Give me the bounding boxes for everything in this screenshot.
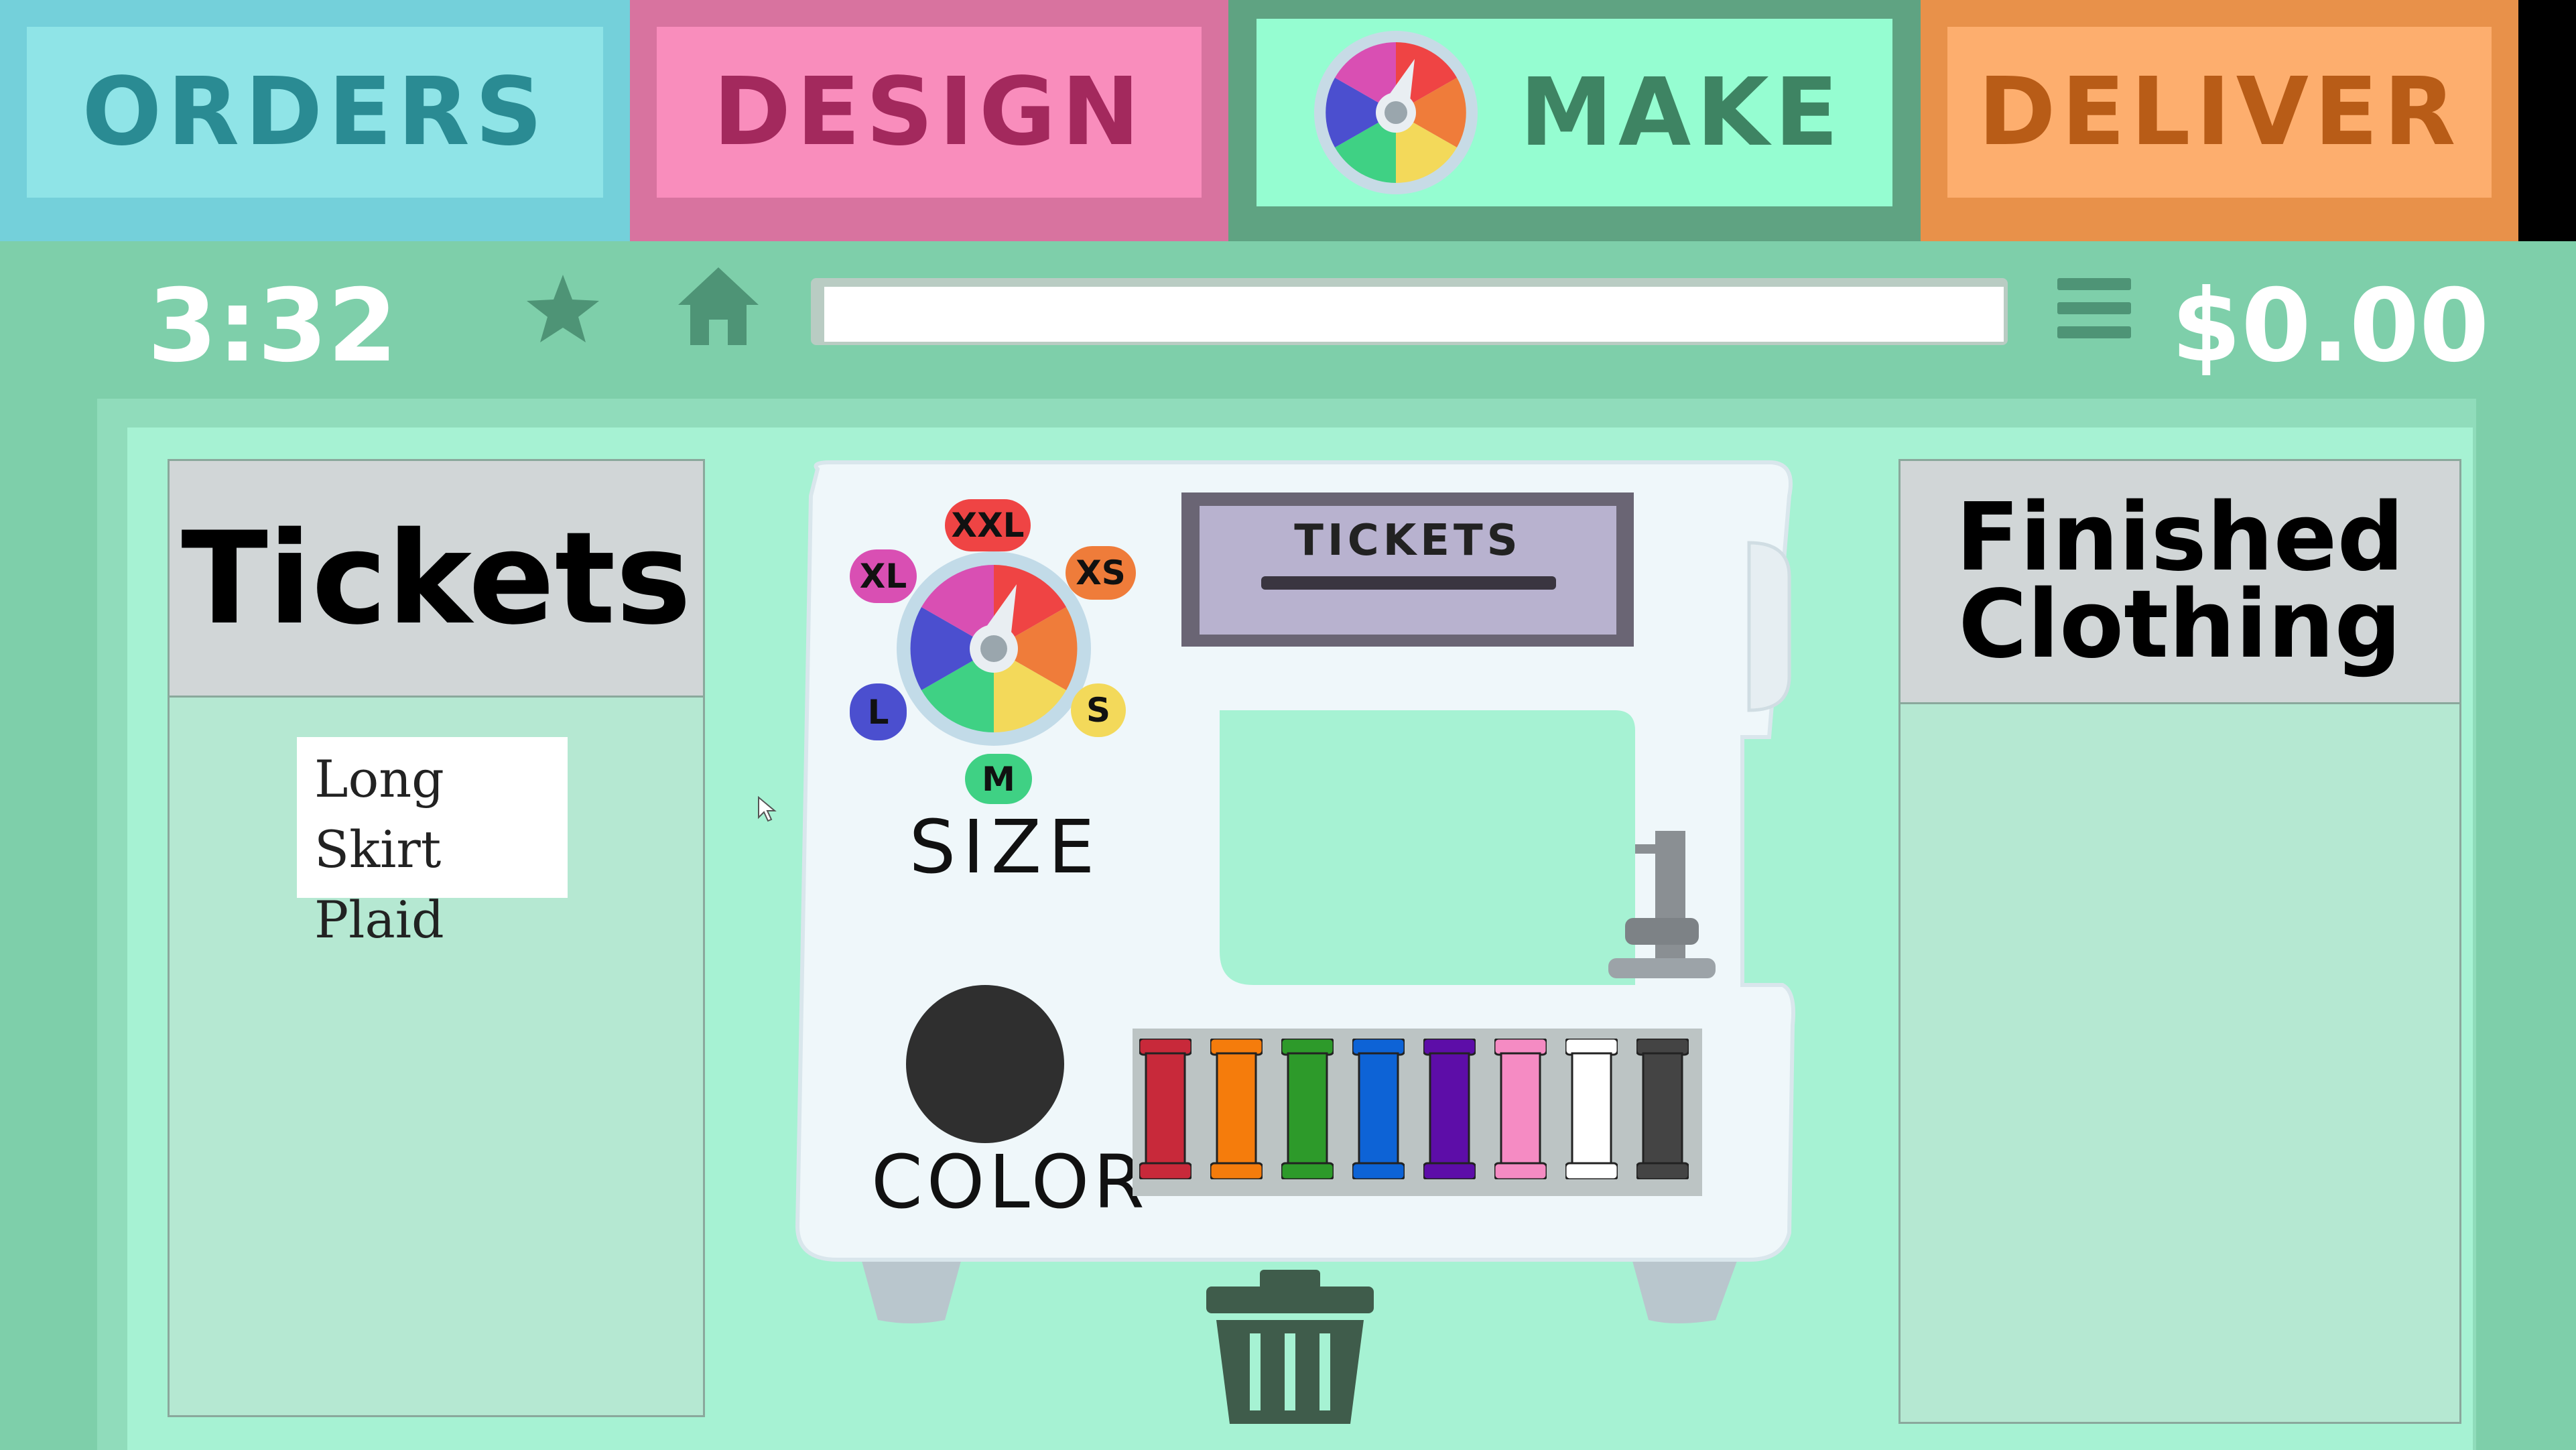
tab-orders[interactable]: ORDERS [0, 0, 630, 241]
thread-spool-7[interactable] [1565, 1039, 1618, 1179]
timer: 3:32 [147, 268, 398, 385]
size-s-button[interactable]: S [1071, 683, 1126, 737]
trash-can-icon[interactable] [1200, 1266, 1380, 1427]
finished-clothing-title: Finished Clothing [1901, 461, 2459, 704]
window-edge [2518, 0, 2576, 241]
finished-title-line2: Clothing [1958, 570, 2402, 679]
thread-spool-4[interactable] [1352, 1039, 1405, 1179]
tab-deliver-label: DELIVER [1978, 58, 2461, 167]
address-bar[interactable] [824, 287, 2004, 342]
ticket-plate-label: TICKETS [1294, 516, 1522, 566]
thread-spool-6[interactable] [1494, 1039, 1547, 1179]
tab-design[interactable]: DESIGN [630, 0, 1228, 241]
size-label: SIZE [909, 804, 1102, 890]
selected-color-swatch [906, 985, 1064, 1143]
thread-spool-3[interactable] [1281, 1039, 1334, 1179]
finished-title-line1: Finished [1955, 483, 2404, 592]
size-xl-button[interactable]: XL [850, 549, 917, 603]
size-xxl-button[interactable]: XXL [945, 499, 1031, 551]
finished-clothing-panel: Finished Clothing [1898, 459, 2461, 1424]
tab-make-label: MAKE [1519, 58, 1844, 168]
thread-spool-8[interactable] [1636, 1039, 1689, 1179]
size-l-button[interactable]: L [850, 683, 907, 740]
star-icon[interactable] [523, 271, 603, 345]
ticket-slot [1261, 576, 1556, 590]
size-xs-button[interactable]: XS [1066, 546, 1136, 600]
mouse-cursor-icon [758, 796, 777, 822]
ticket-item-pattern: Plaid [314, 890, 444, 949]
menu-icon[interactable] [2057, 278, 2131, 345]
ticket-card[interactable]: Long Skirt Plaid [297, 737, 568, 949]
tickets-panel-title: Tickets [170, 461, 703, 698]
tab-orders-label: ORDERS [82, 58, 548, 167]
size-m-button[interactable]: M [965, 754, 1032, 804]
money-display: $0.00 [2171, 268, 2490, 385]
home-icon[interactable] [677, 265, 761, 348]
color-label: COLOR [871, 1139, 1149, 1225]
thread-spool-1[interactable] [1139, 1039, 1192, 1179]
thread-spool-2[interactable] [1210, 1039, 1263, 1179]
tab-make[interactable]: MAKE [1228, 0, 1921, 241]
thread-spool-5[interactable] [1423, 1039, 1476, 1179]
ticket-item-name: Long Skirt [314, 749, 444, 879]
tab-design-label: DESIGN [713, 58, 1145, 167]
tab-deliver[interactable]: DELIVER [1921, 0, 2518, 241]
color-wheel-icon [1314, 31, 1478, 194]
